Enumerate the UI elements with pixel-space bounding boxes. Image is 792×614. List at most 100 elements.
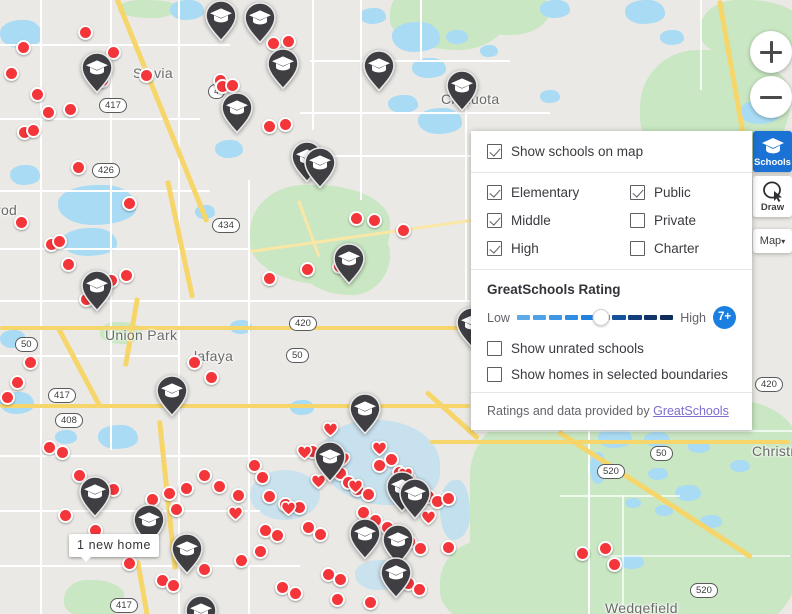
home-marker[interactable]: [14, 215, 29, 230]
home-marker[interactable]: [78, 25, 93, 40]
home-marker[interactable]: [412, 582, 427, 597]
favorite-home-marker[interactable]: [347, 478, 364, 495]
schools-filter-panel[interactable]: Show schools on map Elementary Middle Hi…: [471, 131, 752, 430]
home-marker[interactable]: [607, 557, 622, 572]
home-marker[interactable]: [4, 66, 19, 81]
school-marker[interactable]: [348, 393, 382, 435]
home-marker[interactable]: [71, 160, 86, 175]
home-marker[interactable]: [441, 491, 456, 506]
filter-public-checkbox[interactable]: Public: [630, 185, 699, 200]
home-marker[interactable]: [41, 105, 56, 120]
map-type-dropdown[interactable]: Map▾: [753, 229, 792, 253]
draw-tool-button[interactable]: Draw: [753, 176, 792, 217]
home-marker[interactable]: [313, 527, 328, 542]
school-marker[interactable]: [184, 595, 218, 614]
home-marker[interactable]: [262, 489, 277, 504]
school-marker[interactable]: [155, 375, 189, 417]
school-marker[interactable]: [80, 270, 114, 312]
home-marker[interactable]: [122, 196, 137, 211]
home-marker[interactable]: [162, 486, 177, 501]
home-marker[interactable]: [253, 544, 268, 559]
zoom-out-button[interactable]: [750, 76, 792, 118]
home-marker[interactable]: [330, 592, 345, 607]
home-marker[interactable]: [58, 508, 73, 523]
school-marker[interactable]: [80, 52, 114, 94]
schools-toggle-button[interactable]: Schools: [753, 131, 792, 172]
home-marker[interactable]: [30, 87, 45, 102]
home-marker[interactable]: [179, 481, 194, 496]
home-marker[interactable]: [367, 213, 382, 228]
home-marker[interactable]: [225, 78, 240, 93]
home-marker[interactable]: [0, 390, 15, 405]
school-marker[interactable]: [362, 50, 396, 92]
favorite-home-marker[interactable]: [227, 505, 244, 522]
show-homes-in-boundaries-checkbox[interactable]: Show homes in selected boundaries: [487, 367, 736, 382]
school-marker[interactable]: [266, 48, 300, 90]
school-marker[interactable]: [313, 441, 347, 483]
filter-high-checkbox[interactable]: High: [487, 241, 630, 256]
greatschools-link[interactable]: GreatSchools: [653, 404, 729, 418]
home-marker[interactable]: [52, 234, 67, 249]
school-marker[interactable]: [303, 147, 337, 189]
rating-slider-handle[interactable]: [592, 309, 610, 326]
home-marker[interactable]: [61, 257, 76, 272]
home-marker[interactable]: [262, 119, 277, 134]
school-marker[interactable]: [220, 92, 254, 134]
home-marker[interactable]: [281, 34, 296, 49]
school-marker[interactable]: [204, 0, 238, 42]
home-marker[interactable]: [10, 375, 25, 390]
zoom-in-button[interactable]: [750, 31, 792, 73]
filter-private-checkbox[interactable]: Private: [630, 213, 699, 228]
school-marker[interactable]: [170, 533, 204, 575]
home-marker[interactable]: [598, 541, 613, 556]
home-marker[interactable]: [122, 556, 137, 571]
home-marker[interactable]: [55, 445, 70, 460]
home-marker[interactable]: [349, 211, 364, 226]
home-marker[interactable]: [26, 123, 41, 138]
home-marker[interactable]: [255, 470, 270, 485]
home-marker[interactable]: [204, 370, 219, 385]
home-marker[interactable]: [166, 578, 181, 593]
home-marker[interactable]: [288, 586, 303, 601]
home-marker[interactable]: [231, 488, 246, 503]
home-marker[interactable]: [575, 546, 590, 561]
home-marker[interactable]: [413, 541, 428, 556]
home-marker[interactable]: [169, 502, 184, 517]
school-marker[interactable]: [445, 70, 479, 112]
home-marker[interactable]: [16, 40, 31, 55]
rating-slider[interactable]: [516, 309, 674, 327]
school-marker[interactable]: [332, 243, 366, 285]
home-marker[interactable]: [363, 595, 378, 610]
school-marker[interactable]: [243, 2, 277, 44]
home-marker[interactable]: [234, 553, 249, 568]
home-marker[interactable]: [333, 572, 348, 587]
home-marker[interactable]: [139, 68, 154, 83]
school-marker[interactable]: [398, 478, 432, 520]
show-schools-on-map-checkbox[interactable]: Show schools on map: [487, 144, 736, 159]
home-marker[interactable]: [270, 528, 285, 543]
home-marker[interactable]: [441, 540, 456, 555]
home-marker[interactable]: [119, 268, 134, 283]
favorite-home-marker[interactable]: [322, 421, 339, 438]
home-marker[interactable]: [187, 355, 202, 370]
filter-elementary-checkbox[interactable]: Elementary: [487, 185, 630, 200]
home-marker[interactable]: [396, 223, 411, 238]
school-marker[interactable]: [78, 476, 112, 518]
school-marker[interactable]: [348, 518, 382, 560]
filter-charter-checkbox[interactable]: Charter: [630, 241, 699, 256]
favorite-home-marker[interactable]: [371, 440, 388, 457]
home-marker[interactable]: [63, 102, 78, 117]
favorite-home-marker[interactable]: [280, 500, 297, 517]
home-marker[interactable]: [278, 117, 293, 132]
school-marker[interactable]: [379, 557, 413, 599]
home-marker[interactable]: [300, 262, 315, 277]
map-type-label: Map: [759, 235, 782, 247]
home-marker[interactable]: [212, 479, 227, 494]
home-marker[interactable]: [197, 468, 212, 483]
show-unrated-schools-checkbox[interactable]: Show unrated schools: [487, 341, 736, 356]
favorite-home-marker[interactable]: [296, 444, 313, 461]
new-home-badge[interactable]: 1 new home: [69, 534, 160, 562]
home-marker[interactable]: [262, 271, 277, 286]
filter-middle-checkbox[interactable]: Middle: [487, 213, 630, 228]
home-marker[interactable]: [23, 355, 38, 370]
